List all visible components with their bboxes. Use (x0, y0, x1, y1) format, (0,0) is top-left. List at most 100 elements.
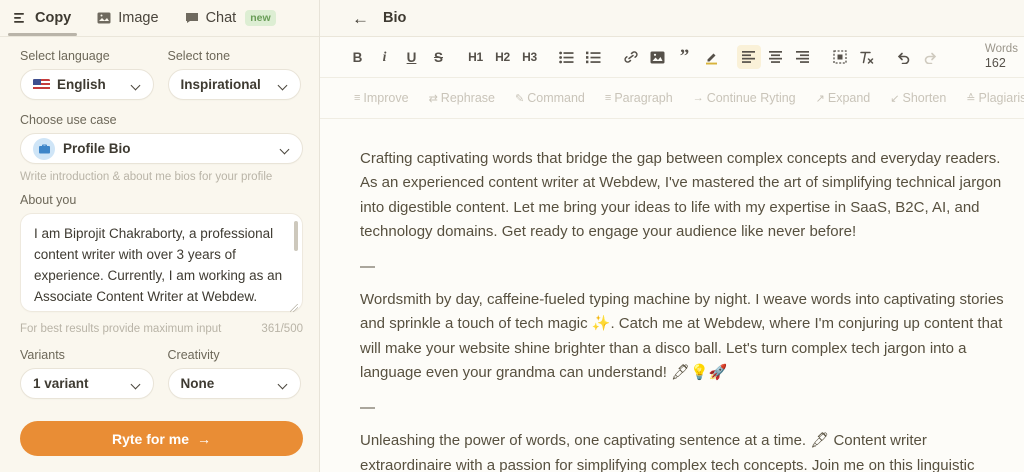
editor-panel: ← Bio B i U S H1 H2 H3 ” Words 162 ≡ Imp… (320, 0, 1024, 472)
bullet-list-button[interactable] (555, 45, 579, 69)
continue-ryting-button[interactable]: → Continue Ryting (693, 91, 796, 105)
h2-button[interactable]: H2 (491, 45, 515, 69)
link-button[interactable] (619, 45, 643, 69)
tab-chat-label: Chat (205, 10, 237, 26)
words-label: Words (984, 43, 1018, 55)
editor-header: ← Bio (320, 0, 1024, 37)
about-helper: For best results provide maximum input (20, 323, 222, 335)
variants-value: 1 variant (33, 376, 89, 391)
image-button[interactable] (646, 45, 670, 69)
textarea-scrollbar[interactable] (294, 221, 298, 251)
use-case-value: Profile Bio (63, 141, 131, 156)
language-label: Select language (20, 49, 110, 63)
shorten-label: Shorten (902, 91, 947, 105)
bio-paragraph[interactable]: Unleashing the power of words, one capti… (360, 429, 1008, 472)
redo-button[interactable] (919, 45, 943, 69)
use-case-helper: Write introduction & about me bios for y… (20, 171, 273, 183)
align-center-button[interactable] (764, 45, 788, 69)
editor-content[interactable]: Crafting captivating words that bridge t… (320, 119, 1024, 472)
plagiarism-label: Plagiarism (978, 91, 1024, 105)
sidebar-tabbar: Copy Image Chat new (0, 0, 319, 37)
us-flag-icon (33, 78, 50, 91)
ordered-list-button[interactable] (582, 45, 606, 69)
chevron-down-icon (278, 80, 288, 90)
bio-paragraph[interactable]: Wordsmith by day, caffeine-fueled typing… (360, 288, 1008, 385)
about-you-input[interactable]: I am Biprojit Chakraborty, a professiona… (20, 213, 303, 312)
tone-value: Inspirational (180, 77, 261, 92)
underline-button[interactable]: U (400, 45, 424, 69)
chevron-down-icon (280, 144, 290, 154)
creativity-value: None (180, 376, 215, 391)
align-left-button[interactable] (736, 45, 761, 69)
bio-paragraph[interactable]: Crafting captivating words that bridge t… (360, 147, 1008, 244)
bio-paragraph-text: Unleashing the power of words, one capti… (360, 432, 975, 472)
paragraph-separator: — (360, 399, 375, 417)
continue-ryting-label: Continue Ryting (706, 91, 796, 105)
language-select[interactable]: English (20, 69, 154, 100)
word-count: Words 162 (985, 42, 1018, 72)
back-arrow-icon[interactable]: ← (352, 10, 369, 27)
command-button[interactable]: ✎ Command (515, 91, 585, 105)
improve-icon: ≡ (354, 92, 361, 104)
char-counter: 361/500 (261, 323, 303, 335)
improve-button[interactable]: ≡ Improve (354, 91, 409, 105)
rephrase-button[interactable]: ⇄ Rephrase (429, 91, 495, 105)
undo-button[interactable] (892, 45, 916, 69)
clear-format-button[interactable] (855, 45, 879, 69)
plagiarism-icon: ≙ (966, 92, 976, 105)
improve-label: Improve (363, 91, 409, 105)
bold-button[interactable]: B (346, 45, 370, 69)
formatting-toolbar: B i U S H1 H2 H3 ” Words 162 (320, 37, 1024, 78)
expand-icon: ↗ (815, 92, 825, 105)
about-label: About you (20, 193, 77, 207)
expand-label: Expand (827, 91, 871, 105)
shorten-button[interactable]: ↙ Shorten (890, 91, 946, 105)
blockquote-button[interactable]: ” (673, 45, 697, 69)
new-badge: new (245, 10, 276, 26)
chat-tab-icon (185, 12, 199, 24)
language-value: English (57, 77, 106, 92)
paragraph-label: Paragraph (614, 91, 673, 105)
tab-image-label: Image (118, 10, 159, 26)
h3-button[interactable]: H3 (518, 45, 542, 69)
align-right-button[interactable] (791, 45, 815, 69)
use-case-label: Choose use case (20, 113, 117, 127)
chevron-down-icon (278, 379, 288, 389)
tab-copy[interactable]: Copy (7, 0, 78, 36)
strikethrough-button[interactable]: S (427, 45, 451, 69)
tab-copy-label: Copy (35, 10, 72, 26)
use-case-select[interactable]: Profile Bio (20, 133, 303, 164)
arrow-right-icon: → (197, 430, 212, 447)
expand-button[interactable]: ↗ Expand (816, 91, 871, 105)
tone-select[interactable]: Inspirational (167, 69, 301, 100)
quote-glyph: ” (679, 46, 690, 67)
tab-image[interactable]: Image (97, 0, 159, 36)
command-label: Command (527, 91, 585, 105)
tone-label: Select tone (167, 49, 231, 63)
select-all-button[interactable] (828, 45, 852, 69)
document-title: Bio (383, 10, 407, 26)
paragraph-button[interactable]: ≡ Paragraph (605, 91, 673, 105)
creativity-select[interactable]: None (167, 368, 301, 399)
variants-select[interactable]: 1 variant (20, 368, 154, 399)
briefcase-icon (33, 137, 55, 160)
paragraph-icon: ≡ (604, 92, 612, 104)
rephrase-icon: ⇄ (428, 92, 438, 105)
ai-actions-toolbar: ≡ Improve ⇄ Rephrase ✎ Command ≡ Paragraph →… (320, 78, 1024, 119)
plagiarism-button[interactable]: ≙Plagiarism (966, 91, 1024, 105)
tab-chat[interactable]: Chat new (185, 0, 276, 36)
copy-tab-icon (14, 12, 28, 24)
paragraph-separator: — (360, 258, 375, 276)
h1-button[interactable]: H1 (464, 45, 488, 69)
ryte-for-me-button[interactable]: Ryte for me → (20, 421, 303, 456)
config-sidebar: Copy Image Chat new Select language Engl… (0, 0, 320, 472)
shorten-icon: ↙ (890, 92, 900, 105)
resize-handle-icon[interactable] (290, 304, 298, 312)
continue-icon: → (692, 92, 704, 104)
italic-button[interactable]: i (373, 45, 397, 69)
chevron-down-icon (131, 80, 141, 90)
rephrase-label: Rephrase (440, 91, 495, 105)
creativity-label: Creativity (167, 348, 220, 362)
words-value: 162 (984, 56, 1006, 71)
highlight-button[interactable] (700, 45, 724, 69)
